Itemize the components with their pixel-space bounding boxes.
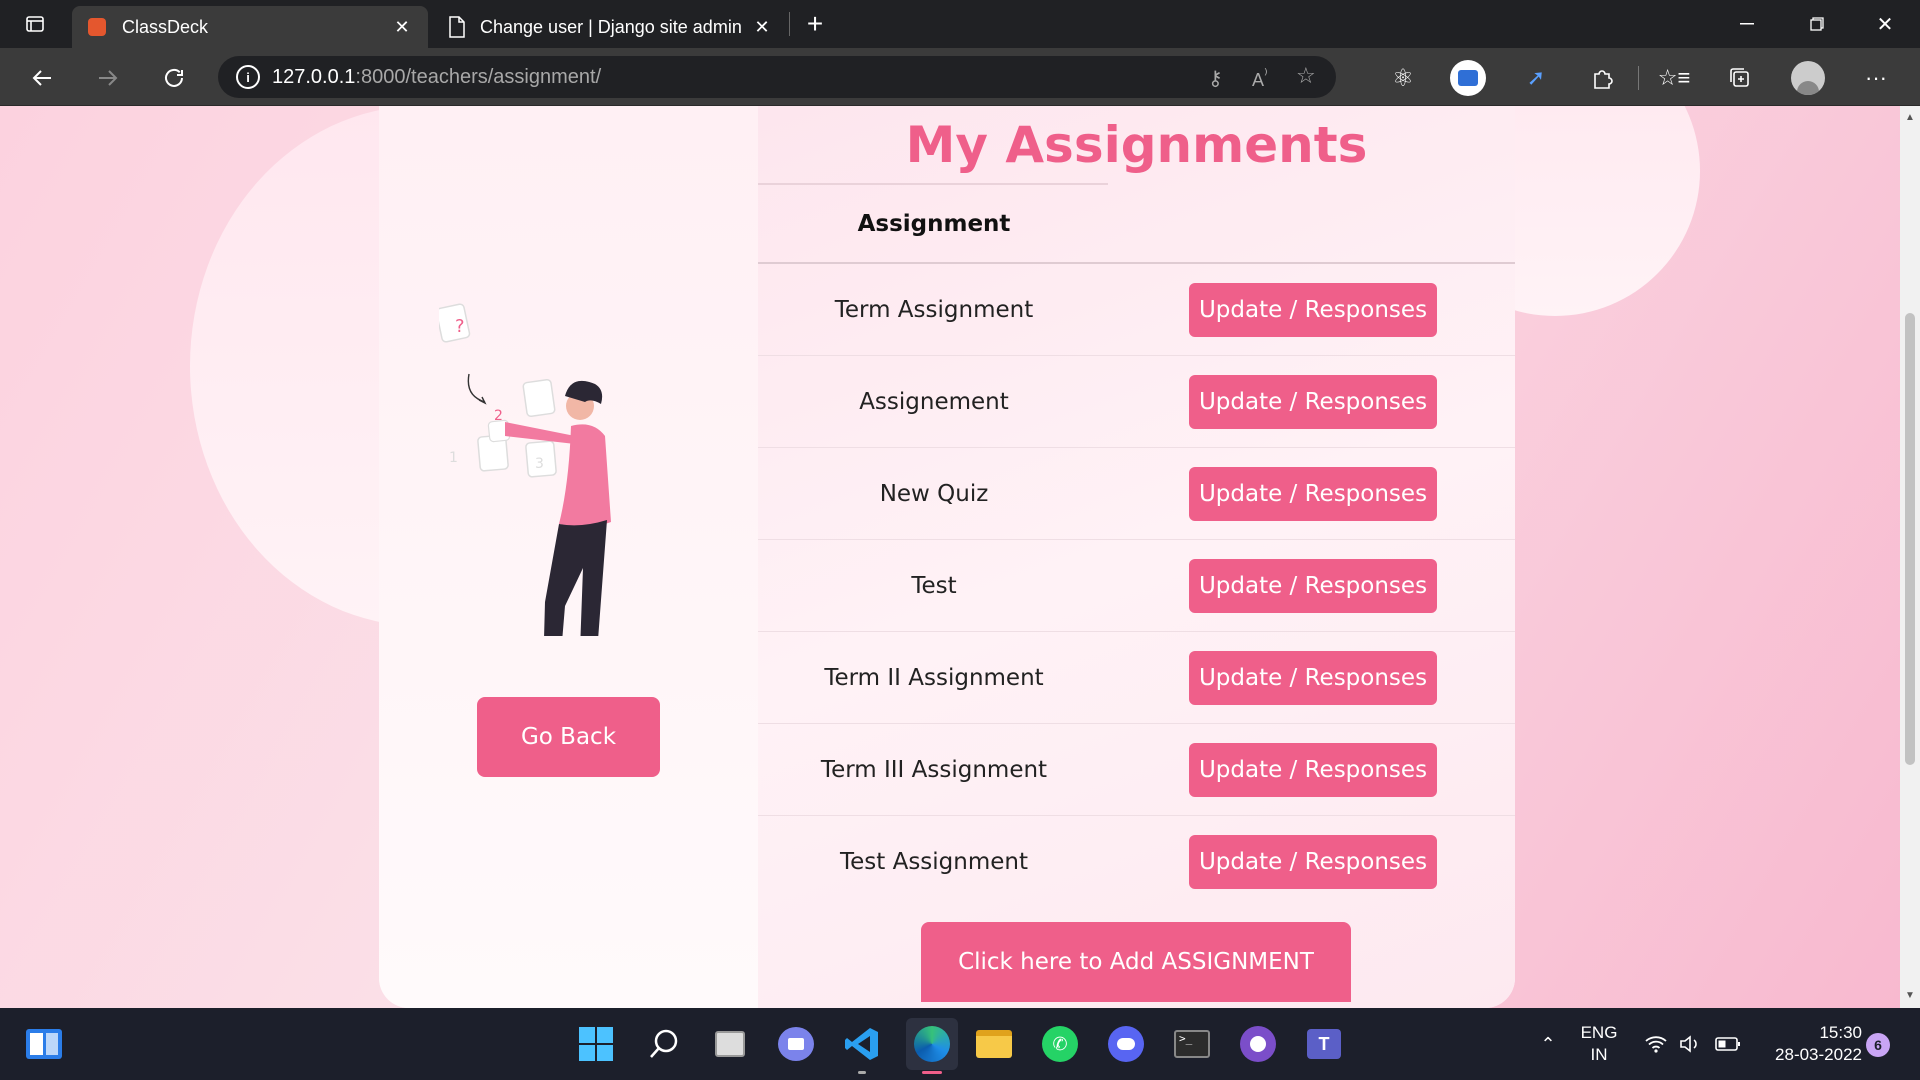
update-responses-button[interactable]: Update / Responses — [1189, 558, 1437, 613]
minimize-icon[interactable] — [1712, 0, 1782, 48]
table-row: Assignement Update / Responses — [758, 356, 1515, 448]
tab-title: ClassDeck — [122, 16, 209, 37]
scroll-down-icon[interactable]: ▼ — [1905, 990, 1915, 1001]
new-tab-icon[interactable]: + — [800, 8, 830, 39]
clock-date: 28-03-2022 — [1775, 1045, 1862, 1064]
person-with-cards-illustration: ? 2 1 3 — [439, 303, 611, 636]
start-windows-icon[interactable] — [574, 1022, 618, 1066]
favorite-add-icon[interactable]: ☆ — [1296, 63, 1316, 89]
search-icon[interactable] — [642, 1022, 686, 1066]
table-row: Term Assignment Update / Responses — [758, 264, 1515, 356]
react-devtools-icon[interactable]: ⚛ — [1385, 60, 1421, 96]
classdeck-favicon — [88, 18, 106, 36]
extension-icon[interactable] — [1450, 60, 1486, 96]
assignment-name: New Quiz — [879, 480, 989, 507]
vscode-icon[interactable] — [840, 1022, 884, 1074]
more-icon[interactable]: ··· — [1858, 60, 1894, 96]
table-row: Test Assignment Update / Responses — [758, 816, 1515, 908]
tab-django-admin[interactable]: Change user | Django site admin ✕ — [432, 6, 788, 48]
close-tab-icon[interactable]: ✕ — [392, 17, 412, 37]
puzzle-icon[interactable] — [1584, 60, 1620, 96]
github-desktop-icon[interactable] — [1236, 1022, 1280, 1066]
collections-icon[interactable] — [1722, 60, 1758, 96]
assignment-name: Assignement — [859, 388, 1009, 415]
profile-icon[interactable] — [1790, 60, 1826, 96]
clock-time: 15:30 — [1819, 1023, 1862, 1042]
refresh-icon[interactable] — [156, 60, 192, 96]
notification-badge[interactable]: 6 — [1866, 1033, 1890, 1057]
table-row: Test Update / Responses — [758, 540, 1515, 632]
terminal-icon[interactable]: >_ — [1170, 1022, 1214, 1066]
browser-toolbar: i 127.0.0.1:8000/teachers/assignment/ ⚷ … — [0, 48, 1920, 106]
update-responses-button[interactable]: Update / Responses — [1189, 742, 1437, 797]
key-icon[interactable]: ⚷ — [1208, 66, 1223, 91]
microsoft-teams-icon[interactable]: T — [1302, 1022, 1346, 1066]
teams-chat-icon[interactable] — [774, 1022, 818, 1066]
table-row: Term III Assignment Update / Responses — [758, 724, 1515, 816]
browser-tab-bar: ClassDeck ✕ Change user | Django site ad… — [0, 0, 1920, 48]
assignment-name: Term Assignment — [834, 296, 1034, 323]
update-responses-button[interactable]: Update / Responses — [1189, 282, 1437, 337]
heading-divider — [758, 183, 1108, 185]
language-indicator[interactable]: ENG IN — [1572, 1022, 1626, 1066]
read-aloud-icon[interactable]: A⁾ — [1252, 65, 1268, 91]
back-icon[interactable] — [24, 60, 60, 96]
cursor-extension-icon[interactable]: ➚ — [1518, 60, 1554, 96]
table-row: New Quiz Update / Responses — [758, 448, 1515, 540]
tab-classdeck[interactable]: ClassDeck ✕ — [72, 6, 428, 48]
go-back-button[interactable]: Go Back — [477, 697, 660, 777]
assignments-table: Assignment Term Assignment Update / Resp… — [758, 186, 1515, 908]
assignment-name: Test — [911, 572, 957, 599]
document-icon — [448, 16, 466, 38]
update-responses-button[interactable]: Update / Responses — [1189, 835, 1437, 889]
forward-icon[interactable] — [90, 60, 126, 96]
restore-icon[interactable] — [1782, 0, 1852, 48]
column-header-assignment: Assignment — [857, 211, 1011, 237]
update-responses-button[interactable]: Update / Responses — [1189, 374, 1437, 429]
assignment-name: Term II Assignment — [824, 664, 1044, 691]
task-view-icon[interactable] — [708, 1022, 752, 1066]
file-explorer-icon[interactable] — [972, 1022, 1016, 1066]
svg-text:1: 1 — [449, 450, 458, 466]
page-scrollbar[interactable]: ▲ ▼ — [1900, 106, 1920, 1008]
assignment-name: Test Assignment — [839, 849, 1029, 875]
clock[interactable]: 15:30 28-03-2022 — [1752, 1022, 1862, 1066]
toolbar-divider — [1638, 66, 1639, 90]
page-viewport: ? 2 1 3 Go Back My Assignments Assignmen… — [0, 106, 1900, 1008]
tab-title: Change user | Django site admin — [480, 16, 742, 37]
battery-icon[interactable] — [1706, 1022, 1750, 1066]
url-text[interactable]: 127.0.0.1:8000/teachers/assignment/ — [272, 66, 601, 89]
edge-browser-icon[interactable] — [906, 1018, 958, 1074]
windows-taskbar: ✆ >_ T ⌃ ENG IN 15:30 28-03-2022 6 — [0, 1008, 1920, 1080]
scrollbar-thumb[interactable] — [1905, 313, 1915, 765]
add-assignment-button[interactable]: Click here to Add ASSIGNMENT — [921, 922, 1351, 1002]
widgets-icon[interactable] — [22, 1022, 66, 1066]
assignment-name: Term III Assignment — [820, 756, 1048, 783]
favorites-icon[interactable]: ☆≡ — [1656, 60, 1692, 96]
scroll-up-icon[interactable]: ▲ — [1905, 112, 1915, 123]
tab-divider — [789, 12, 790, 36]
table-header-row: Assignment — [758, 186, 1515, 264]
svg-text:?: ? — [455, 316, 465, 337]
main-card: ? 2 1 3 Go Back My Assignments Assignmen… — [379, 106, 1515, 1008]
update-responses-button[interactable]: Update / Responses — [1189, 650, 1437, 705]
update-responses-button[interactable]: Update / Responses — [1189, 466, 1437, 521]
page-title: My Assignments — [905, 116, 1368, 174]
close-tab-icon[interactable]: ✕ — [752, 17, 772, 37]
svg-text:3: 3 — [535, 456, 544, 472]
tab-actions-icon[interactable] — [20, 9, 50, 39]
address-bar[interactable]: i 127.0.0.1:8000/teachers/assignment/ ⚷ … — [218, 56, 1336, 98]
info-icon[interactable]: i — [236, 65, 260, 89]
discord-icon[interactable] — [1104, 1022, 1148, 1066]
table-row: Term II Assignment Update / Responses — [758, 632, 1515, 724]
card-right-panel: My Assignments Assignment Term Assignmen… — [758, 106, 1515, 1008]
card-left-panel: ? 2 1 3 Go Back — [379, 106, 758, 1008]
close-window-icon[interactable]: ✕ — [1850, 0, 1920, 48]
whatsapp-icon[interactable]: ✆ — [1038, 1022, 1082, 1066]
chevron-up-icon[interactable]: ⌃ — [1526, 1022, 1570, 1066]
